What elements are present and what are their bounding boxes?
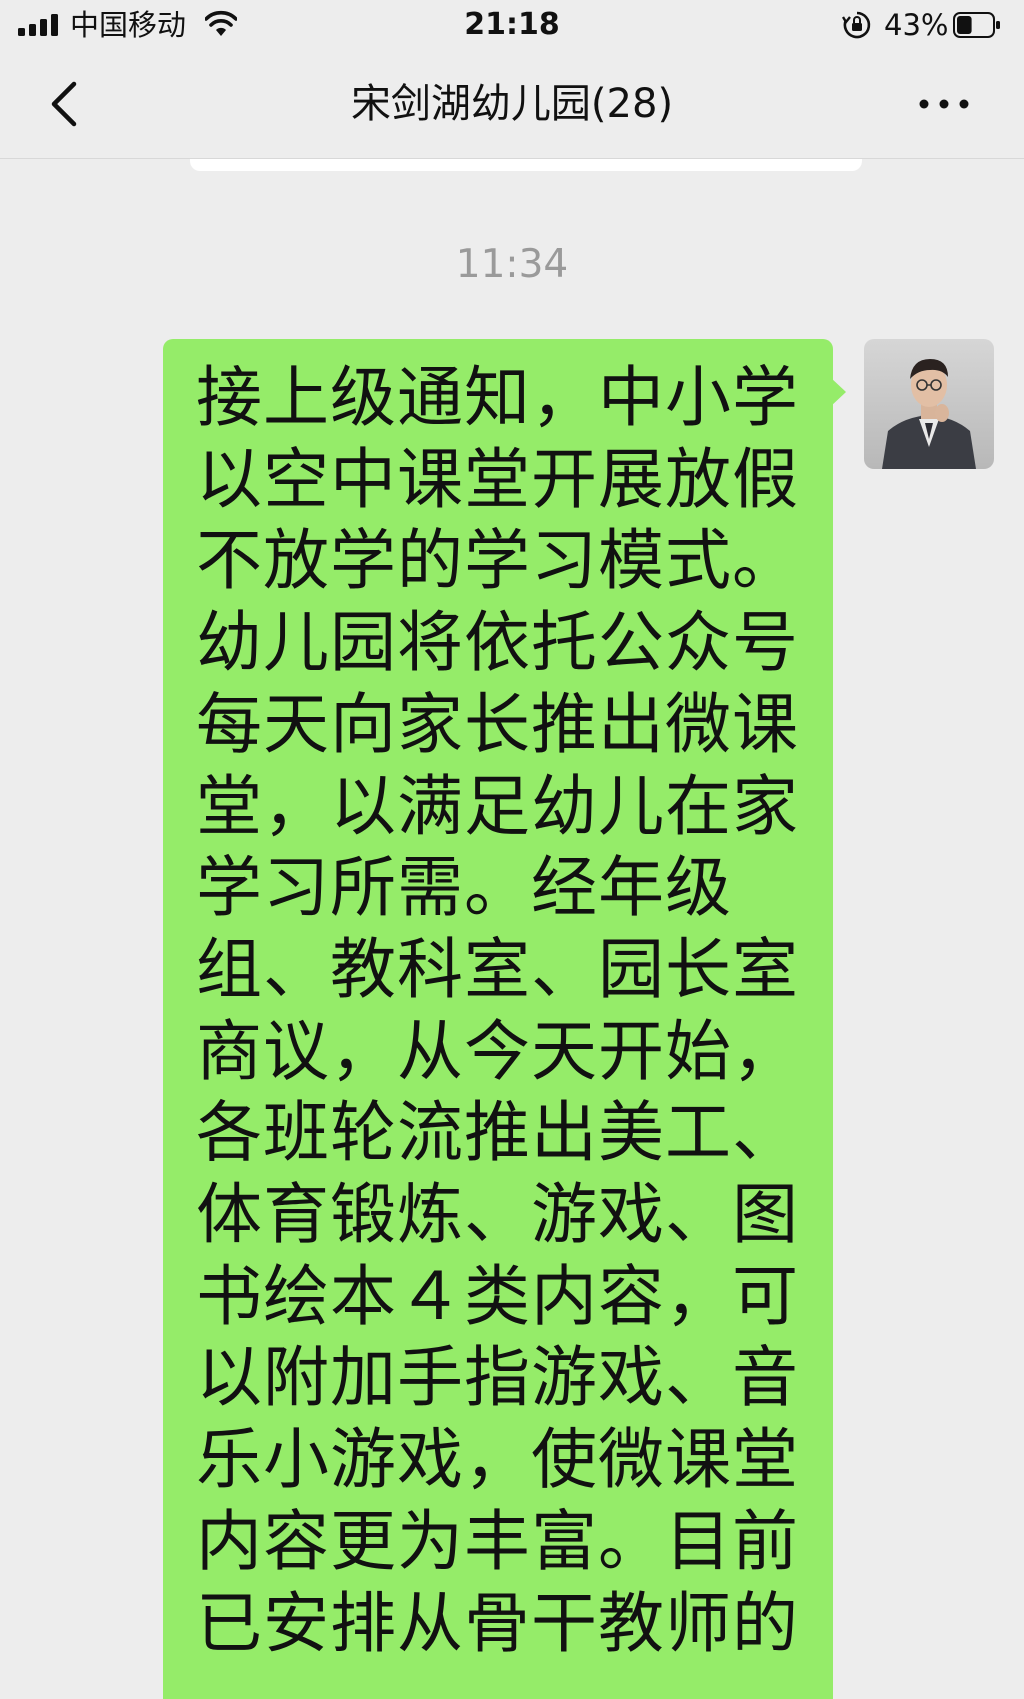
message-line: 体育锻炼、游戏、图 — [196, 1176, 799, 1254]
message-line: 组、教科室、园长室 — [196, 930, 799, 1008]
battery-percent: 43% — [884, 8, 949, 42]
status-bar: 中国移动 21:18 43% — [0, 0, 1024, 52]
message-line: 商议，从今天开始， — [196, 1012, 799, 1090]
avatar-image — [864, 339, 994, 469]
battery-icon — [953, 12, 1000, 38]
message-line: 幼儿园将依托公众号 — [196, 604, 799, 682]
message-line: 各班轮流推出美工、 — [196, 1094, 799, 1172]
message-line: 每天向家长推出微课 — [196, 685, 799, 763]
previous-message-card[interactable] — [190, 159, 862, 171]
message-text: 接上级通知，中小学 以空中课堂开展放假 不放学的学习模式。 幼儿园将依托公众号 每天向家… — [196, 357, 805, 1664]
message-line: 内容更为丰富。目前 — [196, 1502, 799, 1580]
orientation-lock-icon — [842, 11, 871, 39]
more-options-button[interactable] — [912, 82, 976, 126]
message-line: 以空中课堂开展放假 — [196, 440, 799, 518]
message-line: 堂，以满足幼儿在家 — [196, 767, 799, 845]
message-line: 以附加手指游戏、音 — [196, 1339, 799, 1417]
chat-title: 宋剑湖幼儿园(28) — [350, 81, 674, 127]
message-line: 学习所需。经年级 — [196, 849, 732, 927]
message-line: 接上级通知，中小学 — [196, 359, 799, 436]
chat-header: 宋剑湖幼儿园(28) — [0, 52, 1024, 159]
bubble-tail — [830, 377, 846, 407]
sender-avatar[interactable] — [864, 339, 994, 469]
message-line: 乐小游戏，使微课堂 — [196, 1421, 799, 1499]
message-line: 已安排从骨干教师的 — [196, 1584, 799, 1662]
message-line: 书绘本４类内容，可 — [196, 1257, 799, 1335]
chat-message-list[interactable]: 11:34 接上级通知，中小学 以空中课堂开展放假 不放学的学习模式。 幼儿园将依托公… — [0, 159, 1024, 1699]
message-timestamp: 11:34 — [455, 242, 569, 287]
message-line: 不放学的学习模式。 — [196, 522, 799, 600]
message-bubble[interactable]: 接上级通知，中小学 以空中课堂开展放假 不放学的学习模式。 幼儿园将依托公众号 每天向家… — [163, 339, 833, 1699]
